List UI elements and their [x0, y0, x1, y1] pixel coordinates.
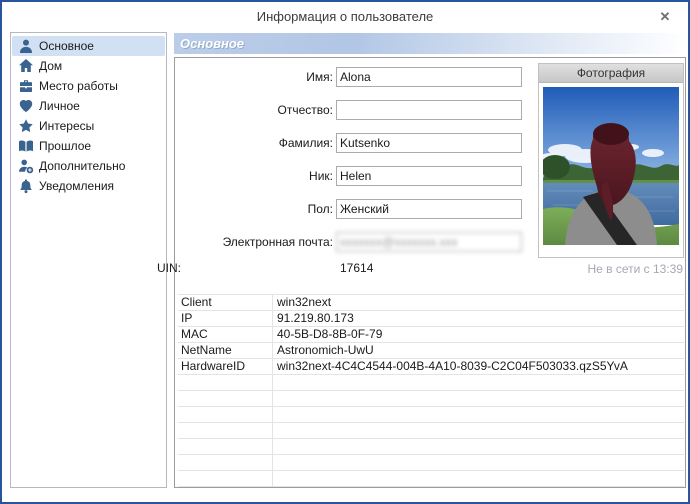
table-value-cell — [273, 455, 684, 470]
sidebar-item-label: Место работы — [39, 79, 118, 93]
sidebar-item-home[interactable]: Дом — [12, 56, 165, 76]
field-row-nick: Ник: — [175, 166, 524, 186]
sidebar-item-label: Личное — [39, 99, 80, 113]
sidebar-item-label: Основное — [39, 39, 94, 53]
sidebar-item-personal[interactable]: Личное — [12, 96, 165, 116]
table-value-cell — [273, 439, 684, 454]
person-plus-icon — [17, 158, 35, 174]
table-value-cell: win32next-4C4C4544-004B-4A10-8039-C2C04F… — [277, 359, 628, 373]
table-value-cell — [273, 471, 684, 486]
table-row[interactable]: NetName Astronomich-UwU — [178, 343, 684, 359]
sidebar-item-notifications[interactable]: Уведомления — [12, 176, 165, 196]
table-key-cell — [178, 391, 273, 406]
first-name-field[interactable] — [336, 67, 522, 87]
table-key-cell: NetName — [178, 343, 273, 358]
table-row[interactable]: IP 91.219.80.173 — [178, 311, 684, 327]
sidebar-item-work[interactable]: Место работы — [12, 76, 165, 96]
table-value-cell — [273, 375, 684, 390]
details-table: Client win32next IP 91.219.80.173 MAC 40-5B-D… — [178, 294, 684, 487]
table-key-cell — [178, 423, 273, 438]
first-name-label: Имя: — [306, 70, 333, 84]
table-value-cell — [273, 407, 684, 422]
last-name-field[interactable] — [336, 133, 522, 153]
table-key-cell: MAC — [178, 327, 273, 342]
table-key-cell — [178, 375, 273, 390]
table-value-cell: win32next — [277, 295, 332, 309]
field-row-last-name: Фамилия: — [175, 133, 524, 153]
uin-value: 17614 — [340, 261, 374, 275]
field-row-gender: Пол: — [175, 199, 524, 219]
gender-label: Пол: — [307, 202, 333, 216]
field-row-first-name: Имя: — [175, 67, 524, 87]
main-panel: Имя: Отчество: Фамилия: Ник: Пол: Электронная… — [157, 57, 686, 488]
last-name-label: Фамилия: — [278, 136, 333, 150]
table-row[interactable]: HardwareID win32next-4C4C4544-004B-4A10-8… — [178, 359, 684, 375]
middle-name-label: Отчество: — [277, 103, 334, 117]
middle-name-field[interactable] — [336, 100, 522, 120]
bell-icon — [17, 178, 35, 194]
table-row[interactable]: MAC 40-5B-D8-8B-0F-79 — [178, 327, 684, 343]
nick-label: Ник: — [309, 169, 333, 183]
table-value-cell: 91.219.80.173 — [277, 311, 354, 325]
table-key-cell — [178, 439, 273, 454]
table-key-cell: Client — [178, 295, 273, 310]
table-row[interactable] — [178, 439, 684, 455]
gender-field[interactable] — [336, 199, 522, 219]
field-row-email: Электронная почта: — [175, 232, 524, 252]
home-icon — [17, 58, 35, 74]
table-key-cell — [178, 455, 273, 470]
sidebar-item-interests[interactable]: Интересы — [12, 116, 165, 136]
online-status: Не в сети с 13:39 — [587, 262, 683, 276]
table-value-cell — [273, 423, 684, 438]
table-key-cell — [178, 471, 273, 486]
table-row[interactable] — [178, 375, 684, 391]
sidebar-item-label: Уведомления — [39, 179, 115, 193]
table-value-cell — [273, 391, 684, 406]
book-icon — [17, 138, 35, 154]
sidebar-item-label: Дополнительно — [39, 159, 126, 173]
photo-header-button[interactable]: Фотография — [539, 64, 683, 83]
email-field[interactable] — [336, 232, 522, 252]
dialog-title: Информация о пользователе — [256, 9, 434, 24]
section-header: Основное — [174, 33, 688, 54]
person-icon — [17, 38, 35, 54]
email-label: Электронная почта: — [222, 235, 333, 249]
table-row[interactable] — [178, 423, 684, 439]
uin-label: UIN: — [157, 261, 181, 275]
sidebar-item-label: Дом — [39, 59, 63, 73]
sidebar-item-past[interactable]: Прошлое — [12, 136, 165, 156]
table-key-cell — [178, 407, 273, 422]
uin-row: UIN: 17614 — [157, 261, 535, 277]
table-row[interactable]: Client win32next — [178, 295, 684, 311]
table-value-cell: 40-5B-D8-8B-0F-79 — [277, 327, 383, 341]
briefcase-icon — [17, 78, 35, 94]
heart-icon — [17, 98, 35, 114]
star-icon — [17, 118, 35, 134]
sidebar-item-additional[interactable]: Дополнительно — [12, 156, 165, 176]
titlebar: Информация о пользователе ✕ — [2, 2, 688, 32]
table-row[interactable] — [178, 391, 684, 407]
nick-field[interactable] — [336, 166, 522, 186]
sidebar-item-label: Интересы — [39, 119, 95, 133]
close-icon[interactable]: ✕ — [656, 8, 674, 26]
table-row[interactable] — [178, 455, 684, 471]
photo-box: Фотография — [538, 63, 684, 258]
sidebar-list: Основное Дом Место работы Личное Интересы Про… — [10, 32, 167, 488]
table-row[interactable] — [178, 407, 684, 423]
user-info-dialog: Информация о пользователе ✕ Основное Дом М… — [0, 0, 690, 504]
sidebar-item-label: Прошлое — [39, 139, 92, 153]
table-row[interactable] — [178, 471, 684, 487]
profile-photo — [543, 87, 679, 245]
table-key-cell: IP — [178, 311, 273, 326]
field-row-middle-name: Отчество: — [175, 100, 524, 120]
sidebar-item-basic[interactable]: Основное — [12, 36, 165, 56]
table-value-cell: Astronomich-UwU — [277, 343, 374, 357]
table-key-cell: HardwareID — [178, 359, 273, 374]
